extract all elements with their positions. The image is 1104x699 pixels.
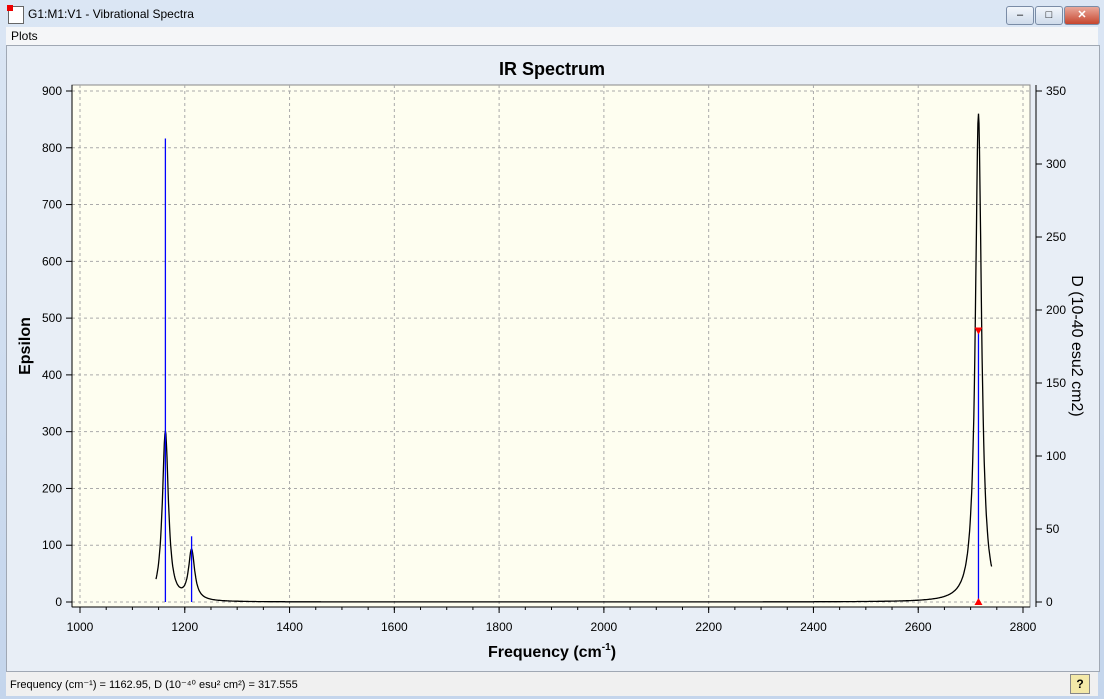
status-readout: Frequency (cm⁻¹) = 1162.95, D (10⁻⁴⁰ esu… (10, 679, 298, 691)
y2-tick-label: 350 (1046, 84, 1066, 98)
y-tick-label: 900 (42, 84, 62, 98)
y2-tick-label: 100 (1046, 449, 1066, 463)
y2-tick-label: 0 (1046, 595, 1053, 609)
y-tick-label: 200 (42, 481, 62, 495)
x-tick-label: 2200 (695, 620, 722, 634)
x-tick-label: 1600 (381, 620, 408, 634)
x-tick-label: 1800 (486, 620, 513, 634)
help-icon[interactable]: ? (1070, 674, 1090, 694)
window: G1:M1:V1 - Vibrational Spectra – □ ✕ Plo… (0, 0, 1104, 699)
y2-tick-label: 150 (1046, 376, 1066, 390)
y2-axis-label: D (10-40 esu2 cm2) (1068, 275, 1085, 416)
x-tick-label: 2000 (591, 620, 618, 634)
y2-tick-label: 300 (1046, 157, 1066, 171)
x-tick-label: 2800 (1010, 620, 1037, 634)
y-tick-label: 600 (42, 254, 62, 268)
y-tick-label: 700 (42, 198, 62, 212)
x-tick-label: 1400 (276, 620, 303, 634)
y-tick-label: 100 (42, 538, 62, 552)
y-tick-label: 800 (42, 141, 62, 155)
y2-tick-label: 200 (1046, 303, 1066, 317)
y-axis-label: Epsilon (17, 317, 34, 375)
x-axis-label: Frequency (cm-1) (488, 642, 616, 661)
y-tick-label: 400 (42, 368, 62, 382)
x-tick-label: 1000 (67, 620, 94, 634)
y-tick-label: 300 (42, 425, 62, 439)
x-tick-label: 2400 (800, 620, 827, 634)
ir-spectrum-chart[interactable]: IR Spectrum Epsilon D (10-40 esu2 cm2) F… (0, 0, 1104, 699)
status-bar: Frequency (cm⁻¹) = 1162.95, D (10⁻⁴⁰ esu… (6, 672, 1098, 696)
y2-tick-label: 250 (1046, 230, 1066, 244)
x-tick-label: 1200 (171, 620, 198, 634)
y-tick-label: 0 (55, 595, 62, 609)
y2-tick-label: 50 (1046, 522, 1060, 536)
y-tick-label: 500 (42, 311, 62, 325)
plot-area (71, 84, 1031, 608)
chart-title: IR Spectrum (499, 59, 605, 79)
x-tick-label: 2600 (905, 620, 932, 634)
